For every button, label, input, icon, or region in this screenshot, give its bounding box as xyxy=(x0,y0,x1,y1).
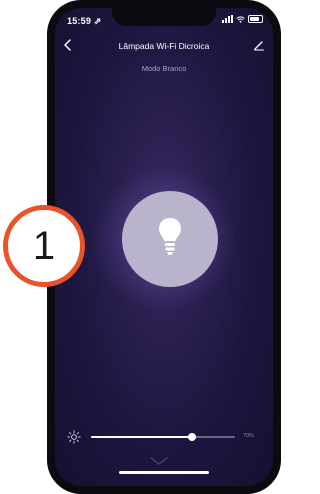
chevron-down-icon[interactable] xyxy=(150,457,168,465)
back-button[interactable] xyxy=(62,38,74,52)
wifi-icon xyxy=(236,15,245,23)
step-callout: 1 xyxy=(3,205,85,287)
lightbulb-icon xyxy=(159,218,181,255)
callout-number: 1 xyxy=(32,224,56,268)
status-time: 15:59 ⇗ xyxy=(67,16,102,26)
slider-fill xyxy=(91,436,192,438)
lamp-power-button[interactable] xyxy=(122,191,218,287)
brightness-value: 70% xyxy=(243,433,255,439)
battery-icon xyxy=(248,15,263,23)
page-title: Lâmpada Wi-Fi Dicroica xyxy=(118,41,210,51)
signal-icon xyxy=(222,15,233,23)
slider-thumb[interactable] xyxy=(187,433,196,441)
edit-button[interactable] xyxy=(253,39,265,51)
status-icons xyxy=(222,15,263,23)
phone-notch xyxy=(112,8,216,26)
slider-track[interactable] xyxy=(91,433,235,441)
brightness-slider[interactable]: 70% xyxy=(55,428,273,448)
home-indicator xyxy=(119,471,209,474)
brightness-icon xyxy=(67,430,81,444)
mode-label: Modo Branco xyxy=(141,64,187,73)
app-screen: 15:59 ⇗ Lâmpada Wi-Fi Dicroica Modo Bran… xyxy=(55,8,273,486)
